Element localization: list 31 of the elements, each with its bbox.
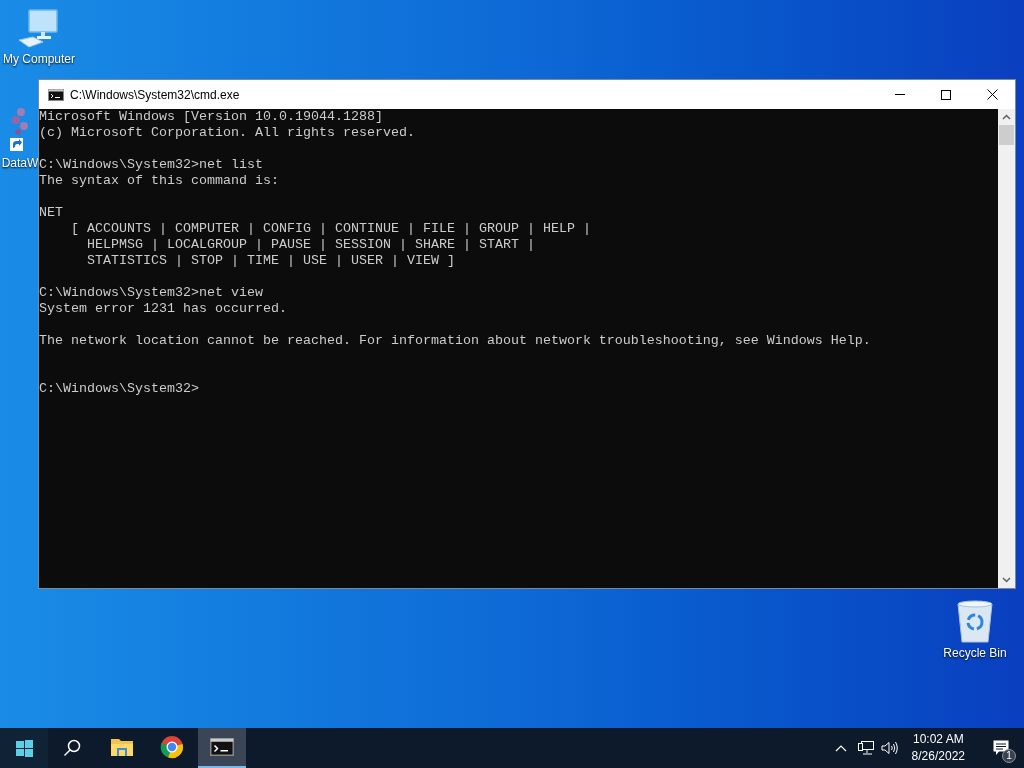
app-icon	[48, 88, 64, 101]
folder-icon	[110, 737, 134, 757]
clock[interactable]: 10:02 AM 8/26/2022	[906, 731, 970, 765]
start-icon	[15, 739, 33, 757]
maximize-icon	[941, 89, 951, 100]
desktop-icon-label[interactable]: DataW	[1, 156, 39, 170]
terminal-icon	[210, 738, 234, 756]
computer-icon	[17, 8, 61, 50]
browser-icon	[160, 735, 184, 759]
scrollbar[interactable]	[998, 109, 1015, 588]
desktop-icon-label[interactable]: My Computer	[3, 52, 75, 66]
chevron-up-icon[interactable]	[834, 744, 847, 752]
search-icon	[63, 739, 81, 757]
desktop-icon-label[interactable]: Recycle Bin	[943, 646, 1007, 660]
volume-icon[interactable]	[880, 741, 899, 755]
window-title: C:\Windows\System32\cmd.exe	[70, 86, 240, 104]
taskbar-app[interactable]	[198, 728, 246, 768]
network-icon[interactable]	[857, 741, 874, 755]
notification-icon[interactable]	[993, 740, 1009, 756]
scroll-up-icon[interactable]	[1002, 114, 1011, 120]
close-icon	[986, 89, 998, 100]
console-text: Microsoft Windows [Version 10.0.19044.1288] (c) Microsoft Corporation. All rights reserved. C:\Windows\System32>net list The syntax of this command is: NET [ ACCOUNTS | COMPUTER | CONFIG | CONTINUE | FILE | GROUP | HELP | HELPMSG | LOCALGROUP | PAUSE | SESSION | SHARE | START | STATISTICS | STOP | TIME | USE | USER | VIEW ] C:\Windows\System32>net view System error 1231 has occurred. The network location cannot be reached. For information about network troubleshooting, see Windows Help. C:\Windows\System32>	[39, 109, 871, 397]
shortcut-icon	[9, 106, 31, 154]
scroll-down-icon[interactable]	[1002, 577, 1011, 583]
minimize-icon	[895, 94, 905, 95]
notification-badge: 1	[1002, 749, 1016, 763]
clock-time: 10:02 AM	[912, 731, 964, 748]
recycle-bin-icon	[955, 600, 995, 644]
clock-date: 8/26/2022	[911, 748, 965, 765]
start-button[interactable]	[0, 728, 48, 768]
scrollbar-thumb[interactable]	[999, 125, 1014, 145]
